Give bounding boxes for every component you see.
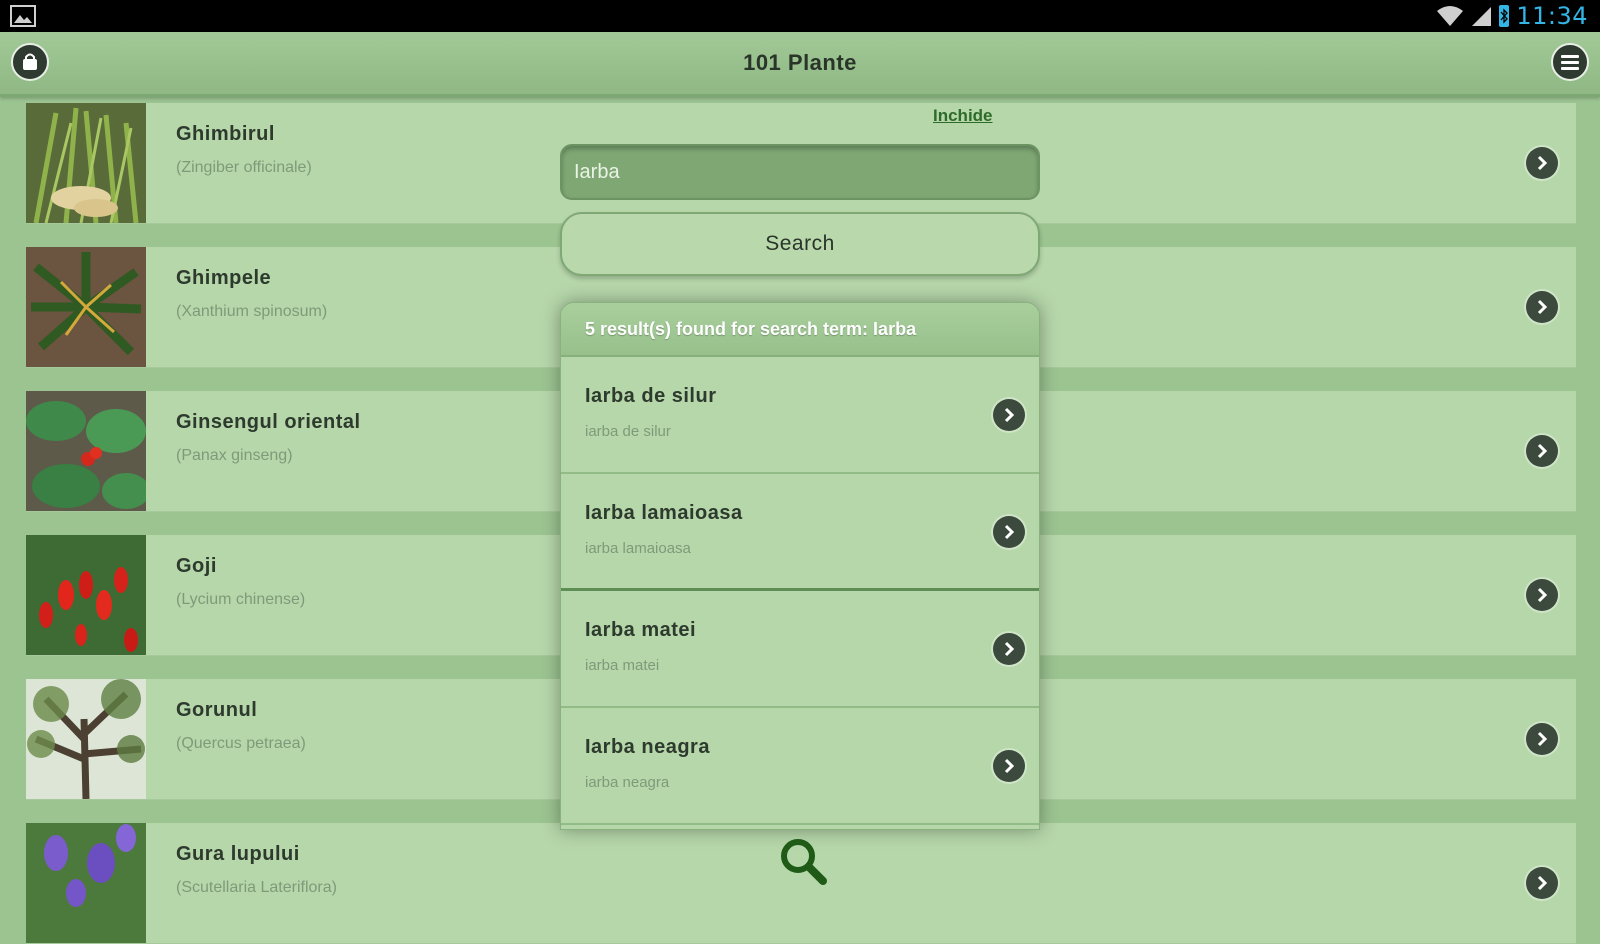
open-plant-button[interactable] — [1526, 435, 1558, 467]
chevron-right-icon — [1537, 155, 1548, 171]
search-icon[interactable] — [778, 836, 828, 886]
plant-name: Gura lupului — [176, 843, 300, 865]
open-result-button[interactable] — [993, 633, 1025, 665]
plant-name: Goji — [176, 555, 217, 577]
search-result-item[interactable]: Iarba matei iarba matei — [561, 591, 1039, 708]
open-plant-button[interactable] — [1526, 579, 1558, 611]
plant-latin-name: (Panax ginseng) — [176, 447, 293, 464]
wifi-icon — [1437, 6, 1464, 26]
open-result-button[interactable] — [993, 750, 1025, 782]
status-time: 11:34 — [1516, 2, 1588, 30]
result-subtitle: iarba matei — [585, 657, 660, 674]
status-bar: 11:34 — [0, 0, 1600, 32]
page-title: 101 Plante — [743, 50, 857, 75]
plant-thumbnail — [26, 823, 146, 943]
open-plant-button[interactable] — [1526, 723, 1558, 755]
result-subtitle: iarba lamaioasa — [585, 540, 691, 557]
action-bar: 101 Plante — [0, 32, 1600, 97]
plant-name: Ghimbirul — [176, 123, 275, 145]
plant-latin-name: (Quercus petraea) — [176, 735, 306, 752]
result-title: Iarba neagra — [585, 736, 710, 758]
search-result-item[interactable]: Iarba neagra iarba neagra — [561, 708, 1039, 825]
result-subtitle: iarba de silur — [585, 423, 671, 440]
menu-icon — [1561, 55, 1579, 70]
gallery-notification-icon — [10, 5, 36, 27]
chevron-right-icon — [1004, 407, 1015, 423]
search-input[interactable] — [560, 144, 1040, 200]
plant-latin-name: (Lycium chinense) — [176, 591, 306, 608]
chevron-right-icon — [1537, 731, 1548, 747]
search-result-item[interactable]: Iarba lamaioasa iarba lamaioasa — [561, 474, 1039, 591]
plant-thumbnail — [26, 535, 146, 655]
result-title: Iarba lamaioasa — [585, 502, 743, 524]
result-title: Iarba de silur — [585, 385, 717, 407]
chevron-right-icon — [1004, 524, 1015, 540]
plant-latin-name: (Zingiber officinale) — [176, 159, 312, 176]
result-title: Iarba matei — [585, 619, 697, 641]
result-subtitle: iarba neagra — [585, 774, 670, 791]
plant-thumbnail — [26, 103, 146, 223]
plant-name: Gorunul — [176, 699, 258, 721]
plant-thumbnail — [26, 247, 146, 367]
chevron-right-icon — [1004, 758, 1015, 774]
plant-latin-name: (Scutellaria Lateriflora) — [176, 879, 337, 896]
plant-name: Ginsengul oriental — [176, 411, 361, 433]
open-plant-button[interactable] — [1526, 147, 1558, 179]
search-button[interactable]: Search — [560, 212, 1040, 276]
search-results-panel: 5 result(s) found for search term: Iarba… — [560, 302, 1040, 830]
status-icons: 11:34 — [1436, 2, 1588, 30]
chevron-right-icon — [1537, 587, 1548, 603]
search-results-header: 5 result(s) found for search term: Iarba — [561, 303, 1039, 357]
chevron-right-icon — [1537, 875, 1548, 891]
search-result-item[interactable]: Iarba de silur iarba de silur — [561, 357, 1039, 474]
menu-button[interactable] — [1551, 43, 1589, 81]
chevron-right-icon — [1537, 443, 1548, 459]
plant-thumbnail — [26, 679, 146, 799]
chevron-right-icon — [1004, 641, 1015, 657]
signal-icon — [1472, 7, 1492, 26]
open-plant-button[interactable] — [1526, 867, 1558, 899]
open-plant-button[interactable] — [1526, 291, 1558, 323]
open-result-button[interactable] — [993, 516, 1025, 548]
bluetooth-icon — [1499, 5, 1510, 27]
close-search-link[interactable]: Inchide — [933, 106, 993, 126]
open-result-button[interactable] — [993, 399, 1025, 431]
plant-name: Ghimpele — [176, 267, 272, 289]
plant-thumbnail — [26, 391, 146, 511]
plant-latin-name: (Xanthium spinosum) — [176, 303, 328, 320]
chevron-right-icon — [1537, 299, 1548, 315]
